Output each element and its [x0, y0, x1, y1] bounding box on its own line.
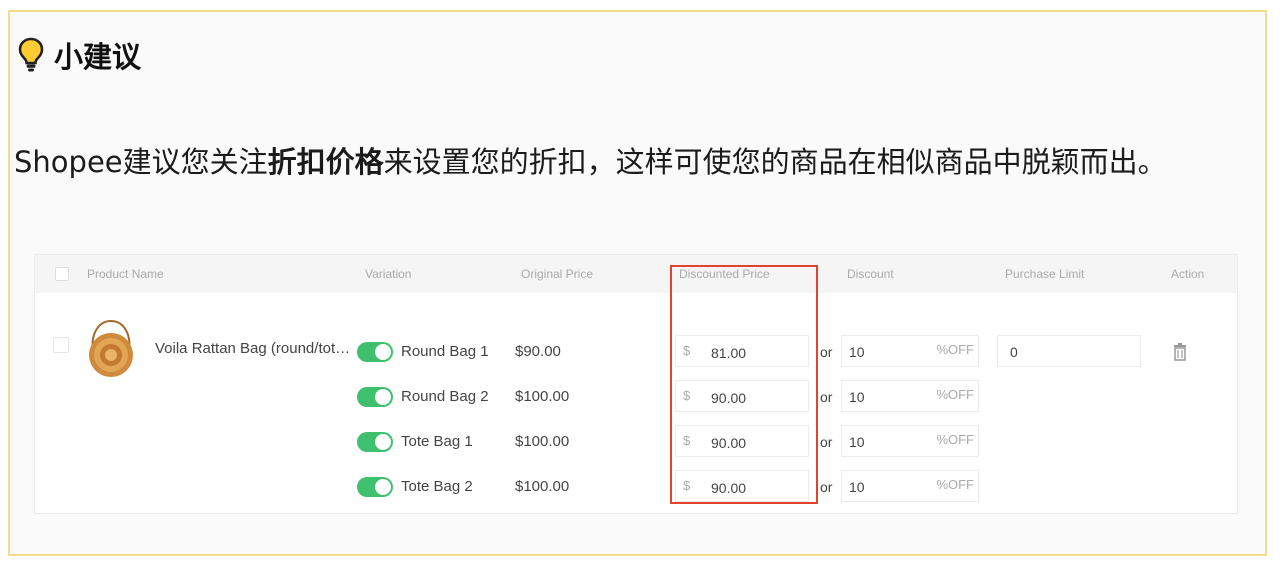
tip-text-after: 来设置您的折扣，这样可使您的商品在相似商品中脱颖而出。 [383, 145, 1167, 179]
off-label: %OFF [936, 477, 974, 492]
variation-label: Tote Bag 1 [401, 433, 473, 450]
original-price: $90.00 [515, 343, 561, 360]
variation-toggle[interactable] [357, 477, 393, 497]
header-discount: Discount [847, 267, 894, 281]
select-all-checkbox[interactable] [55, 267, 69, 281]
lightbulb-icon [18, 37, 44, 72]
discount-input[interactable]: 10 %OFF [841, 380, 979, 412]
or-label: or [820, 344, 833, 360]
purchase-limit-value: 0 [1010, 344, 1018, 360]
discount-value: 10 [849, 389, 865, 405]
table-row: Round Bag 2 $100.00 $90.00 or 10 %OFF [35, 380, 1237, 414]
variation-label: Round Bag 2 [401, 388, 489, 405]
discount-input[interactable]: 10 %OFF [841, 425, 979, 457]
variation-toggle[interactable] [357, 432, 393, 452]
or-label: or [820, 434, 833, 450]
off-label: %OFF [936, 387, 974, 402]
table-row: Round Bag 1 $90.00 $81.00 or 10 %OFF 0 [35, 335, 1237, 369]
header-purchase-limit: Purchase Limit [1005, 267, 1085, 281]
table-row: Tote Bag 1 $100.00 $90.00 or 10 %OFF [35, 425, 1237, 459]
variation-toggle[interactable] [357, 387, 393, 407]
variation-label: Tote Bag 2 [401, 478, 473, 495]
discounted-price-highlight [670, 265, 818, 504]
variation-label: Round Bag 1 [401, 343, 489, 360]
discount-table-screenshot: Product Name Variation Original Price Di… [34, 254, 1238, 514]
discount-value: 10 [849, 344, 865, 360]
original-price: $100.00 [515, 478, 570, 495]
discount-value: 10 [849, 434, 865, 450]
tip-text-before: Shopee建议您关注 [14, 145, 268, 179]
table-row: Tote Bag 2 $100.00 $90.00 or 10 %OFF [35, 470, 1237, 504]
tip-text: Shopee建议您关注折扣价格来设置您的折扣，这样可使您的商品在相似商品中脱颖而… [14, 138, 1244, 187]
variation-toggle[interactable] [357, 342, 393, 362]
off-label: %OFF [936, 432, 974, 447]
original-price: $100.00 [515, 388, 570, 405]
header-original-price: Original Price [521, 267, 594, 281]
table-header: Product Name Variation Original Price Di… [35, 255, 1237, 293]
header-product-name: Product Name [87, 267, 164, 281]
tip-header: 小建议 [18, 34, 141, 76]
header-action: Action [1171, 267, 1205, 281]
trash-icon[interactable] [1173, 343, 1187, 361]
header-variation: Variation [365, 267, 412, 281]
discount-value: 10 [849, 479, 865, 495]
tip-title: 小建议 [54, 40, 142, 74]
original-price: $100.00 [515, 433, 570, 450]
discount-input[interactable]: 10 %OFF [841, 335, 979, 367]
discount-input[interactable]: 10 %OFF [841, 470, 979, 502]
or-label: or [820, 479, 833, 495]
purchase-limit-input[interactable]: 0 [997, 335, 1141, 367]
off-label: %OFF [936, 342, 974, 357]
or-label: or [820, 389, 833, 405]
tip-text-bold: 折扣价格 [267, 145, 384, 179]
